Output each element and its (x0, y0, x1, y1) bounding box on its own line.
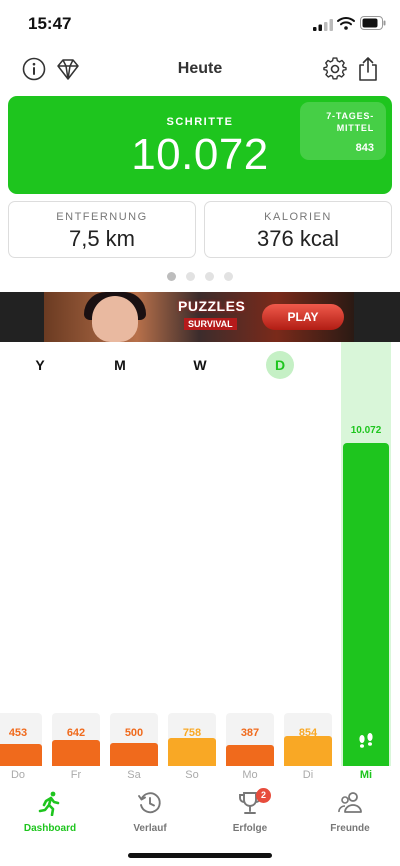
page-dot[interactable] (205, 272, 214, 281)
chart-bar[interactable] (284, 736, 332, 766)
page-dot[interactable] (186, 272, 195, 281)
distance-label: ENTFERNUNG (56, 211, 148, 223)
achievements-badge: 2 (256, 788, 271, 803)
ad-character-face (92, 296, 138, 342)
average-value: 843 (355, 142, 374, 154)
tab-friends-label: Freunde (330, 823, 370, 834)
home-indicator (128, 853, 272, 858)
distance-card[interactable]: ENTFERNUNG 7,5 km (8, 201, 196, 258)
seven-day-average: 7-TAGES-MITTEL 843 (300, 102, 386, 160)
chart-bar[interactable] (0, 744, 42, 766)
period-year[interactable]: Y (23, 353, 57, 377)
runner-icon (38, 791, 60, 816)
chart-value-today: 10.072 (350, 425, 382, 436)
calories-card[interactable]: KALORIEN 376 kcal (204, 201, 392, 258)
footsteps-icon (359, 733, 373, 748)
status-time: 15:47 (28, 14, 72, 33)
calories-label: KALORIEN (264, 211, 332, 223)
chart-value-label: 758 (182, 727, 202, 739)
ad-subtitle: SURVIVAL (184, 318, 237, 330)
status-bar: 15:47 (0, 0, 400, 48)
signal-icon (313, 19, 333, 31)
tab-dashboard[interactable]: Dashboard (10, 790, 90, 834)
period-week[interactable]: W (183, 353, 217, 377)
chart-bar[interactable] (168, 738, 216, 766)
history-icon (138, 792, 161, 814)
steps-card[interactable]: SCHRITTE 10.072 7-TAGES-MITTEL 843 (8, 96, 392, 194)
tab-history-label: Verlauf (133, 823, 167, 834)
chart-value-label: 500 (124, 727, 144, 739)
chart-bar[interactable] (110, 743, 158, 766)
page-dot[interactable] (167, 272, 176, 281)
chart-bar[interactable] (52, 740, 100, 766)
calories-value: 376 kcal (257, 226, 339, 251)
page-indicator[interactable] (0, 268, 400, 281)
tab-achievements[interactable]: 2 Erfolge (210, 788, 290, 834)
chart-bar-today[interactable] (343, 443, 389, 766)
chart-value-label: 387 (240, 727, 260, 739)
tab-friends[interactable]: Freunde (310, 790, 390, 834)
distance-value: 7,5 km (68, 226, 136, 251)
ad-play-button[interactable]: PLAY (262, 304, 344, 330)
share-icon[interactable] (355, 56, 381, 82)
friends-icon (338, 792, 362, 813)
tab-dashboard-label: Dashboard (23, 823, 77, 834)
header: Heute (0, 50, 400, 90)
period-day[interactable]: D (266, 351, 294, 379)
tab-history[interactable]: Verlauf (110, 790, 190, 834)
chart-value-label: 854 (298, 727, 318, 739)
chart-bar[interactable] (226, 745, 274, 766)
battery-icon (360, 16, 386, 30)
chart-value-label: 642 (66, 727, 86, 739)
gear-icon[interactable] (322, 56, 348, 82)
page-dot[interactable] (224, 272, 233, 281)
ad-title: PUZZLES (178, 298, 246, 314)
wifi-icon (337, 17, 355, 30)
ad-banner[interactable]: PUZZLES SURVIVAL PLAY (0, 292, 400, 342)
tab-achievements-label: Erfolge (232, 823, 268, 834)
chart-value-label: 453 (8, 727, 28, 739)
period-month[interactable]: M (103, 353, 137, 377)
average-label: 7-TAGES-MITTEL (326, 111, 374, 133)
